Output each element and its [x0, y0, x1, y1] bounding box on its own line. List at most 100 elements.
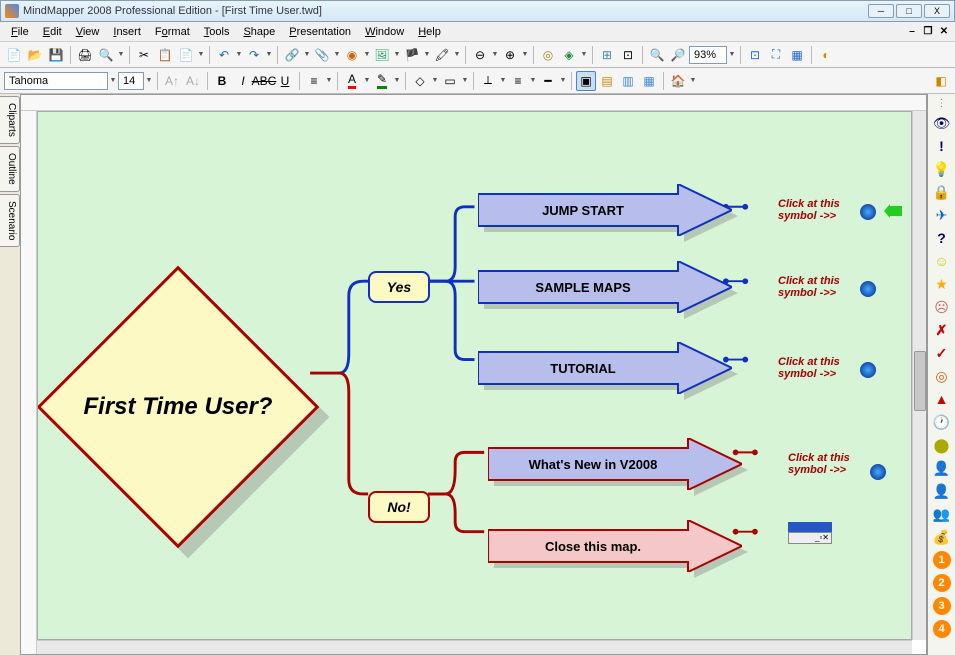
filter-icon[interactable]: ◈: [559, 45, 579, 65]
dropdown-icon[interactable]: ▼: [728, 51, 736, 58]
eye-icon[interactable]: 👁: [933, 114, 951, 132]
italic-icon[interactable]: I: [233, 71, 253, 91]
menu-help[interactable]: Help: [411, 24, 448, 40]
dropdown-icon[interactable]: ▼: [423, 51, 431, 58]
attachment-icon[interactable]: 📎: [312, 45, 332, 65]
zoom-combo[interactable]: 93%: [689, 46, 727, 64]
dropdown-icon[interactable]: ▼: [393, 77, 401, 84]
plane-icon[interactable]: ✈: [933, 206, 951, 224]
tab-cliparts[interactable]: Cliparts: [0, 96, 20, 144]
dropdown-icon[interactable]: ▼: [197, 51, 205, 58]
flag-icon[interactable]: 🏴: [402, 45, 422, 65]
grow-font-icon[interactable]: A↑: [162, 71, 182, 91]
money-icon[interactable]: 💰: [933, 528, 951, 546]
menu-file[interactable]: File: [4, 24, 36, 40]
whats-new-node[interactable]: What's New in V2008: [488, 438, 748, 496]
expand-icon[interactable]: ⊕: [500, 45, 520, 65]
sample-maps-node[interactable]: SAMPLE MAPS: [478, 261, 738, 319]
dropdown-icon[interactable]: ▼: [580, 51, 588, 58]
target-icon[interactable]: ◎: [933, 367, 951, 385]
strikethrough-icon[interactable]: ABC: [254, 71, 274, 91]
up-arrow-icon[interactable]: ▲: [933, 390, 951, 408]
fit-icon[interactable]: ⊡: [745, 45, 765, 65]
open-icon[interactable]: 📂: [25, 45, 45, 65]
view2-icon[interactable]: ▤: [597, 71, 617, 91]
node-icon[interactable]: ◉: [342, 45, 362, 65]
no-node[interactable]: No!: [368, 491, 430, 523]
dropdown-icon[interactable]: ▼: [235, 51, 243, 58]
dropdown-icon[interactable]: ▼: [491, 51, 499, 58]
tab-scenario[interactable]: Scenario: [0, 194, 20, 247]
person1-icon[interactable]: 👤: [933, 459, 951, 477]
dropdown-icon[interactable]: ▼: [303, 51, 311, 58]
tutorial-node[interactable]: TUTORIAL: [478, 342, 738, 400]
dropdown-icon[interactable]: ▼: [521, 51, 529, 58]
line-width-icon[interactable]: ≡: [508, 71, 528, 91]
minimize-button[interactable]: ─: [868, 4, 894, 18]
vertical-scrollbar[interactable]: [912, 111, 926, 640]
line-style-icon[interactable]: ━: [538, 71, 558, 91]
smile-icon[interactable]: ☺: [933, 252, 951, 270]
mdi-close[interactable]: ✕: [937, 25, 951, 39]
num2-icon[interactable]: 2: [933, 574, 951, 592]
exclaim-icon[interactable]: !: [933, 137, 951, 155]
close-map-node[interactable]: Close this map.: [488, 520, 748, 578]
menu-format[interactable]: Format: [148, 24, 197, 40]
menu-view[interactable]: View: [69, 24, 107, 40]
bold-icon[interactable]: B: [212, 71, 232, 91]
view1-icon[interactable]: ▣: [576, 71, 596, 91]
fill-color-icon[interactable]: ✎: [372, 71, 392, 91]
lock-icon[interactable]: 🔒: [933, 183, 951, 201]
contract-icon[interactable]: ⊖: [470, 45, 490, 65]
cut-icon[interactable]: ✂: [134, 45, 154, 65]
hyperlink-icon[interactable]: 🔗: [282, 45, 302, 65]
font-color-icon[interactable]: A: [342, 71, 362, 91]
dropdown-icon[interactable]: ▼: [453, 51, 461, 58]
panel-toggle-icon[interactable]: ◧: [931, 71, 951, 91]
dropdown-icon[interactable]: ▼: [333, 51, 341, 58]
dropdown-icon[interactable]: ▼: [117, 51, 125, 58]
dropdown-icon[interactable]: ▼: [431, 77, 439, 84]
globe-icon[interactable]: [860, 362, 876, 378]
print-preview-icon[interactable]: 🔍: [96, 45, 116, 65]
dropdown-icon[interactable]: ▼: [559, 77, 567, 84]
horizontal-scrollbar[interactable]: [37, 640, 912, 654]
menu-shape[interactable]: Shape: [236, 24, 282, 40]
root-node[interactable]: First Time User?: [78, 307, 298, 527]
sad-icon[interactable]: ☹: [933, 298, 951, 316]
person2-icon[interactable]: 👤: [933, 482, 951, 500]
menu-tools[interactable]: Tools: [197, 24, 237, 40]
new-icon[interactable]: 📄: [4, 45, 24, 65]
lightbulb-icon[interactable]: 💡: [933, 160, 951, 178]
num1-icon[interactable]: 1: [933, 551, 951, 569]
zoom-out-icon[interactable]: 🔎: [668, 45, 688, 65]
dropdown-icon[interactable]: ▼: [499, 77, 507, 84]
save-icon[interactable]: 💾: [46, 45, 66, 65]
dropdown-icon[interactable]: ▼: [461, 77, 469, 84]
dropdown-icon[interactable]: ▼: [145, 77, 153, 84]
close-button[interactable]: X: [924, 4, 950, 18]
fontsize-combo[interactable]: 14: [118, 72, 144, 90]
fullscreen-icon[interactable]: ⛶: [766, 45, 786, 65]
view3-icon[interactable]: ▥: [618, 71, 638, 91]
globe-icon[interactable]: [860, 281, 876, 297]
layout-icon[interactable]: ⊞: [597, 45, 617, 65]
dropdown-icon[interactable]: ▼: [689, 77, 697, 84]
redo-icon[interactable]: ↷: [244, 45, 264, 65]
connector-icon[interactable]: ⟂: [478, 71, 498, 91]
undo-icon[interactable]: ↶: [214, 45, 234, 65]
menu-edit[interactable]: Edit: [36, 24, 69, 40]
dropdown-icon[interactable]: ▼: [393, 51, 401, 58]
dropdown-icon[interactable]: ▼: [109, 77, 117, 84]
dropdown-icon[interactable]: ▼: [363, 77, 371, 84]
border-icon[interactable]: ▭: [440, 71, 460, 91]
people-icon[interactable]: 👥: [933, 505, 951, 523]
pin-icon[interactable]: 🕐: [933, 413, 951, 431]
shape-style-icon[interactable]: ◇: [410, 71, 430, 91]
star-icon[interactable]: ★: [933, 275, 951, 293]
image-icon[interactable]: 🖼: [372, 45, 392, 65]
num4-icon[interactable]: 4: [933, 620, 951, 638]
menu-presentation[interactable]: Presentation: [282, 24, 358, 40]
mdi-minimize[interactable]: –: [905, 25, 919, 39]
dropdown-icon[interactable]: ▼: [265, 51, 273, 58]
